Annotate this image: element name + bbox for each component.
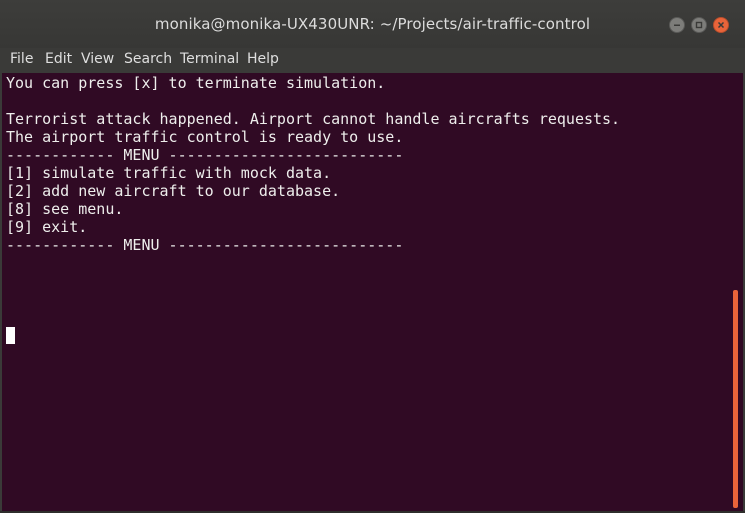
minimize-button[interactable]: [669, 17, 685, 33]
terminal-line: Terrorist attack happened. Airport canno…: [6, 110, 621, 128]
text-cursor: [6, 327, 15, 344]
close-icon: [717, 21, 725, 29]
title-bar[interactable]: monika@monika-UX430UNR: ~/Projects/air-t…: [0, 0, 745, 48]
terminal-window: monika@monika-UX430UNR: ~/Projects/air-t…: [0, 0, 745, 513]
window-controls: [669, 17, 729, 33]
menu-view[interactable]: View: [81, 51, 114, 67]
close-button[interactable]: [713, 17, 729, 33]
menu-edit[interactable]: Edit: [45, 51, 72, 67]
terminal-output: You can press [x] to terminate simulatio…: [6, 74, 620, 254]
menu-search[interactable]: Search: [124, 51, 172, 67]
menu-file[interactable]: File: [10, 51, 33, 67]
terminal-area[interactable]: You can press [x] to terminate simulatio…: [2, 73, 743, 511]
terminal-line: The airport traffic control is ready to …: [6, 128, 404, 146]
terminal-line: [8] see menu.: [6, 200, 124, 218]
terminal-line: [1] simulate traffic with mock data.: [6, 164, 332, 182]
terminal-line: ------------ MENU ----------------------…: [6, 236, 404, 254]
terminal-line: You can press [x] to terminate simulatio…: [6, 74, 386, 92]
menu-terminal[interactable]: Terminal: [180, 51, 239, 67]
window-title: monika@monika-UX430UNR: ~/Projects/air-t…: [154, 15, 591, 33]
terminal-line: [9] exit.: [6, 218, 88, 236]
maximize-button[interactable]: [691, 17, 707, 33]
menu-bar: File Edit View Search Terminal Help: [0, 48, 745, 73]
menu-help[interactable]: Help: [247, 51, 279, 67]
minimize-icon: [674, 24, 680, 26]
scrollbar-thumb[interactable]: [733, 290, 738, 508]
maximize-icon: [695, 21, 703, 29]
terminal-line: ------------ MENU ----------------------…: [6, 146, 404, 164]
terminal-line: [2] add new aircraft to our database.: [6, 182, 341, 200]
